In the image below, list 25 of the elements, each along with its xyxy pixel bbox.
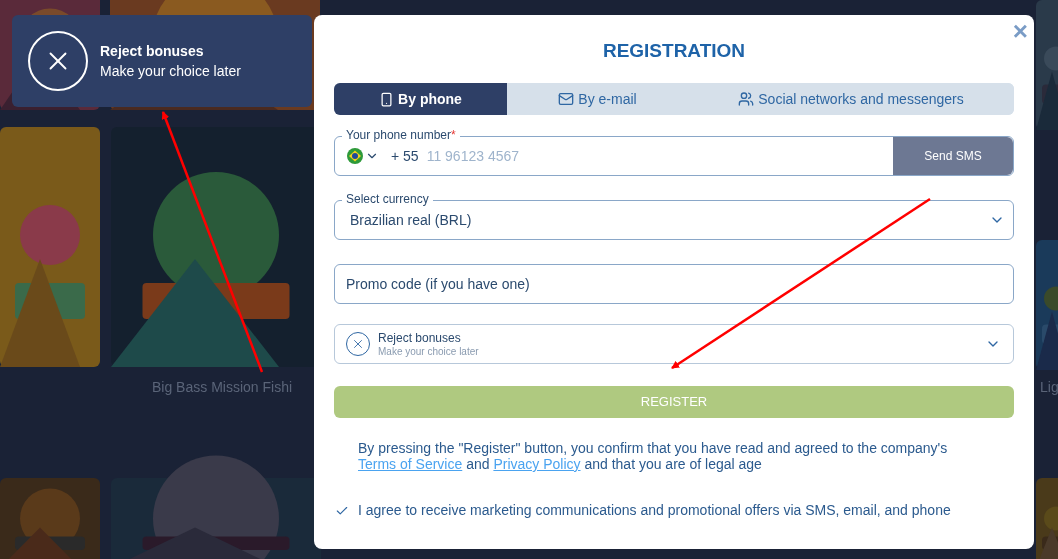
phone-input[interactable]: 11 96123 4567	[426, 145, 893, 167]
terms-link[interactable]: Terms of Service	[358, 456, 463, 472]
flag-icon	[347, 148, 363, 164]
send-sms-button[interactable]: Send SMS	[893, 137, 1013, 175]
people-icon	[738, 91, 755, 107]
toast-title: Reject bonuses	[100, 42, 205, 61]
legal-notice: By pressing the "Register" button, you confirm that you have read and agreed to the company's Terms of Service and Privacy Policy and that you are of legal age	[357, 440, 949, 472]
phone-icon	[379, 91, 395, 107]
privacy-link[interactable]: Privacy Policy	[493, 456, 581, 472]
envelope-icon	[558, 91, 575, 107]
field-label: Select currency	[342, 191, 433, 207]
bonus-title: Reject bonuses	[378, 330, 462, 345]
bonus-select[interactable]: Reject bonuses Make your choice later	[334, 324, 1014, 364]
field-label: Your phone number*	[342, 127, 460, 143]
tab[interactable]: By phone	[334, 83, 507, 115]
country-code: + 55	[391, 146, 419, 166]
currency-value: Brazilian real (BRL)	[350, 210, 472, 230]
toast-subtitle: Make your choice later	[100, 62, 241, 81]
game-title: Lig	[1040, 378, 1058, 397]
game-title: Big Bass Mission Fishi	[152, 378, 293, 397]
dialog-title: REGISTRATION	[602, 39, 746, 63]
bonus-subtitle: Make your choice later	[378, 345, 480, 358]
promo-code-field[interactable]: Promo code (if you have one)	[334, 264, 1014, 304]
marketing-consent: I agree to receive marketing communications and promotional offers via SMS, email, and phone	[358, 501, 951, 520]
close-button[interactable]: ×	[1012, 19, 1028, 43]
